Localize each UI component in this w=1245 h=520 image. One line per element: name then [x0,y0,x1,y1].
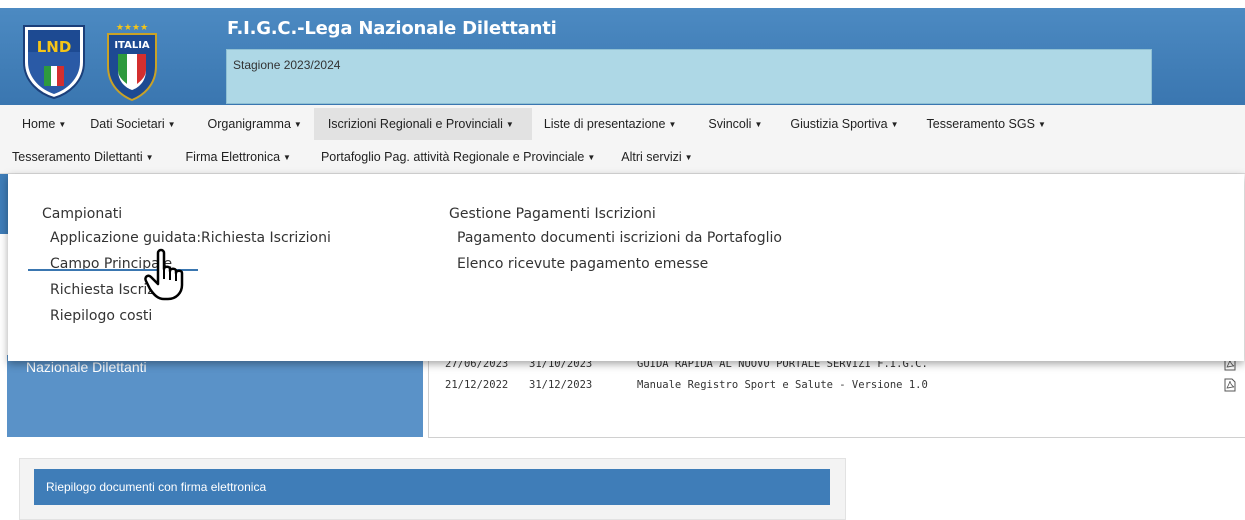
iscrizioni-dropdown-menu: Campionati Applicazione guidata:Richiest… [8,174,1244,361]
svg-text:★★★★: ★★★★ [116,23,148,33]
app-title: F.I.G.C.-Lega Nazionale Dilettanti [227,18,557,39]
documents-panel: 27/06/2023 31/10/2023 GUIDA RAPIDA AL NU… [428,355,1245,438]
caret-down-icon: ▼ [754,119,763,129]
nav-liste-presentazione[interactable]: Liste di presentazione ▼ [532,108,689,140]
hand-pointer-cursor-icon [144,248,184,301]
caret-down-icon: ▼ [283,152,291,162]
lnd-logo[interactable]: LND [18,22,90,100]
season-box: Stagione 2023/2024 [226,49,1152,104]
summary-title: Riepilogo documenti con firma elettronic… [46,480,267,494]
left-info-panel: Nazionale Dilettanti [7,355,423,437]
nav-firma-elettronica[interactable]: Firma Elettronica ▼ [166,141,303,173]
caret-down-icon: ▼ [684,152,693,162]
top-strip [0,0,1245,8]
nav-svincoli[interactable]: Svincoli ▼ [688,108,774,140]
doc-date-to: 31/12/2023 [529,379,593,391]
summary-card: Riepilogo documenti con firma elettronic… [19,458,846,520]
caret-down-icon: ▼ [58,119,67,129]
dropdown-heading-campionati: Campionati [42,206,123,222]
dropdown-heading-pagamenti: Gestione Pagamenti Iscrizioni [449,206,656,222]
nav-dati-societari[interactable]: Dati Societari ▼ [78,108,187,140]
nav-iscrizioni[interactable]: Iscrizioni Regionali e Provinciali ▼ [313,108,532,140]
doc-title: Manuale Registro Sport e Salute - Versio… [637,379,928,391]
menu-item-pagamento-portafoglio[interactable]: Pagamento documenti iscrizioni da Portaf… [457,230,782,246]
caret-down-icon: ▼ [1037,119,1046,129]
site-header: LND ★★★★ ITALIA F.I.G.C.-Lega Nazionale … [0,8,1245,105]
summary-header: Riepilogo documenti con firma elettronic… [34,469,830,505]
caret-down-icon: ▼ [505,119,514,129]
figc-italia-logo[interactable]: ★★★★ ITALIA [104,22,160,102]
italia-logo-text: ITALIA [114,40,150,51]
pdf-icon[interactable] [1224,378,1236,392]
nav-tesseramento-sgs[interactable]: Tesseramento SGS ▼ [911,108,1058,140]
nav-giustizia-sportiva[interactable]: Giustizia Sportiva ▼ [774,108,910,140]
document-row[interactable]: 21/12/2022 31/12/2023 Manuale Registro S… [445,376,1201,394]
caret-down-icon: ▼ [167,119,176,129]
caret-down-icon: ▼ [668,119,677,129]
caret-down-icon: ▼ [587,152,596,162]
lnd-logo-text: LND [37,38,72,56]
caret-down-icon: ▼ [890,119,899,129]
nav-home[interactable]: Home ▼ [0,108,78,140]
menu-item-applicazione-guidata[interactable]: Applicazione guidata:Richiesta Iscrizion… [50,230,331,246]
caret-down-icon: ▼ [293,119,302,129]
nav-altri-servizi[interactable]: Altri servizi ▼ [607,141,704,173]
left-panel-text: Nazionale Dilettanti [26,359,147,375]
doc-date-from: 21/12/2022 [445,379,509,391]
menu-item-riepilogo-costi[interactable]: Riepilogo costi [50,308,152,324]
season-label: Stagione 2023/2024 [233,58,341,72]
caret-down-icon: ▼ [145,152,154,162]
nav-portafoglio[interactable]: Portafoglio Pag. attività Regionale e Pr… [303,141,607,173]
nav-tesseramento-dilettanti[interactable]: Tesseramento Dilettanti ▼ [0,141,166,173]
nav-organigramma[interactable]: Organigramma ▼ [188,108,314,140]
menu-item-elenco-ricevute[interactable]: Elenco ricevute pagamento emesse [457,256,708,272]
nav-row-2: Tesseramento Dilettanti ▼ Firma Elettroni… [0,141,705,173]
main-navbar: Home ▼ Dati Societari ▼ Organigramma ▼ Iscr… [0,105,1245,174]
nav-row-1: Home ▼ Dati Societari ▼ Organigramma ▼ Iscr… [0,108,1058,140]
